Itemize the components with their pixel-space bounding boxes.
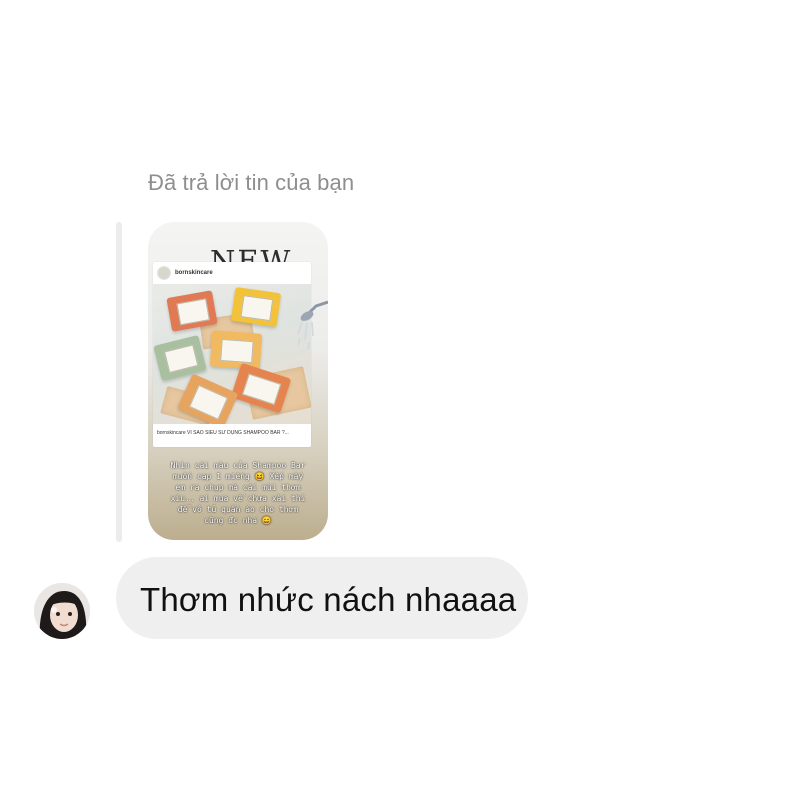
sender-avatar[interactable] xyxy=(34,583,90,639)
soap-bar xyxy=(153,334,207,382)
story-caption-text: Nhìn cái màu của Shampoo Bar muốn cạp 1 … xyxy=(170,461,306,525)
reply-quote-bar xyxy=(116,222,122,542)
shower-sticker-icon xyxy=(298,300,328,350)
shared-post-card: bornskincare bornskincare VÌ SAO SIÊU SỬ… xyxy=(153,262,311,447)
message-bubble[interactable]: Thơm nhức nách nhaaaa xyxy=(116,557,528,639)
message-text: Thơm nhức nách nhaaaa xyxy=(140,581,517,618)
reply-context-label: Đã trả lời tin của bạn xyxy=(148,170,355,195)
soap-bar xyxy=(209,330,263,370)
avatar-photo xyxy=(34,583,90,639)
post-caption: bornskincare VÌ SAO SIÊU SỬ DỤNG SHAMPOO… xyxy=(157,430,289,436)
story-preview-card[interactable]: NEW bornskincare bornskincare VÌ SAO SIÊ… xyxy=(148,222,328,540)
post-photo xyxy=(153,284,311,424)
post-avatar xyxy=(157,266,171,280)
soap-bar xyxy=(230,286,282,328)
post-username: bornskincare xyxy=(175,270,213,276)
post-header: bornskincare xyxy=(157,266,213,280)
